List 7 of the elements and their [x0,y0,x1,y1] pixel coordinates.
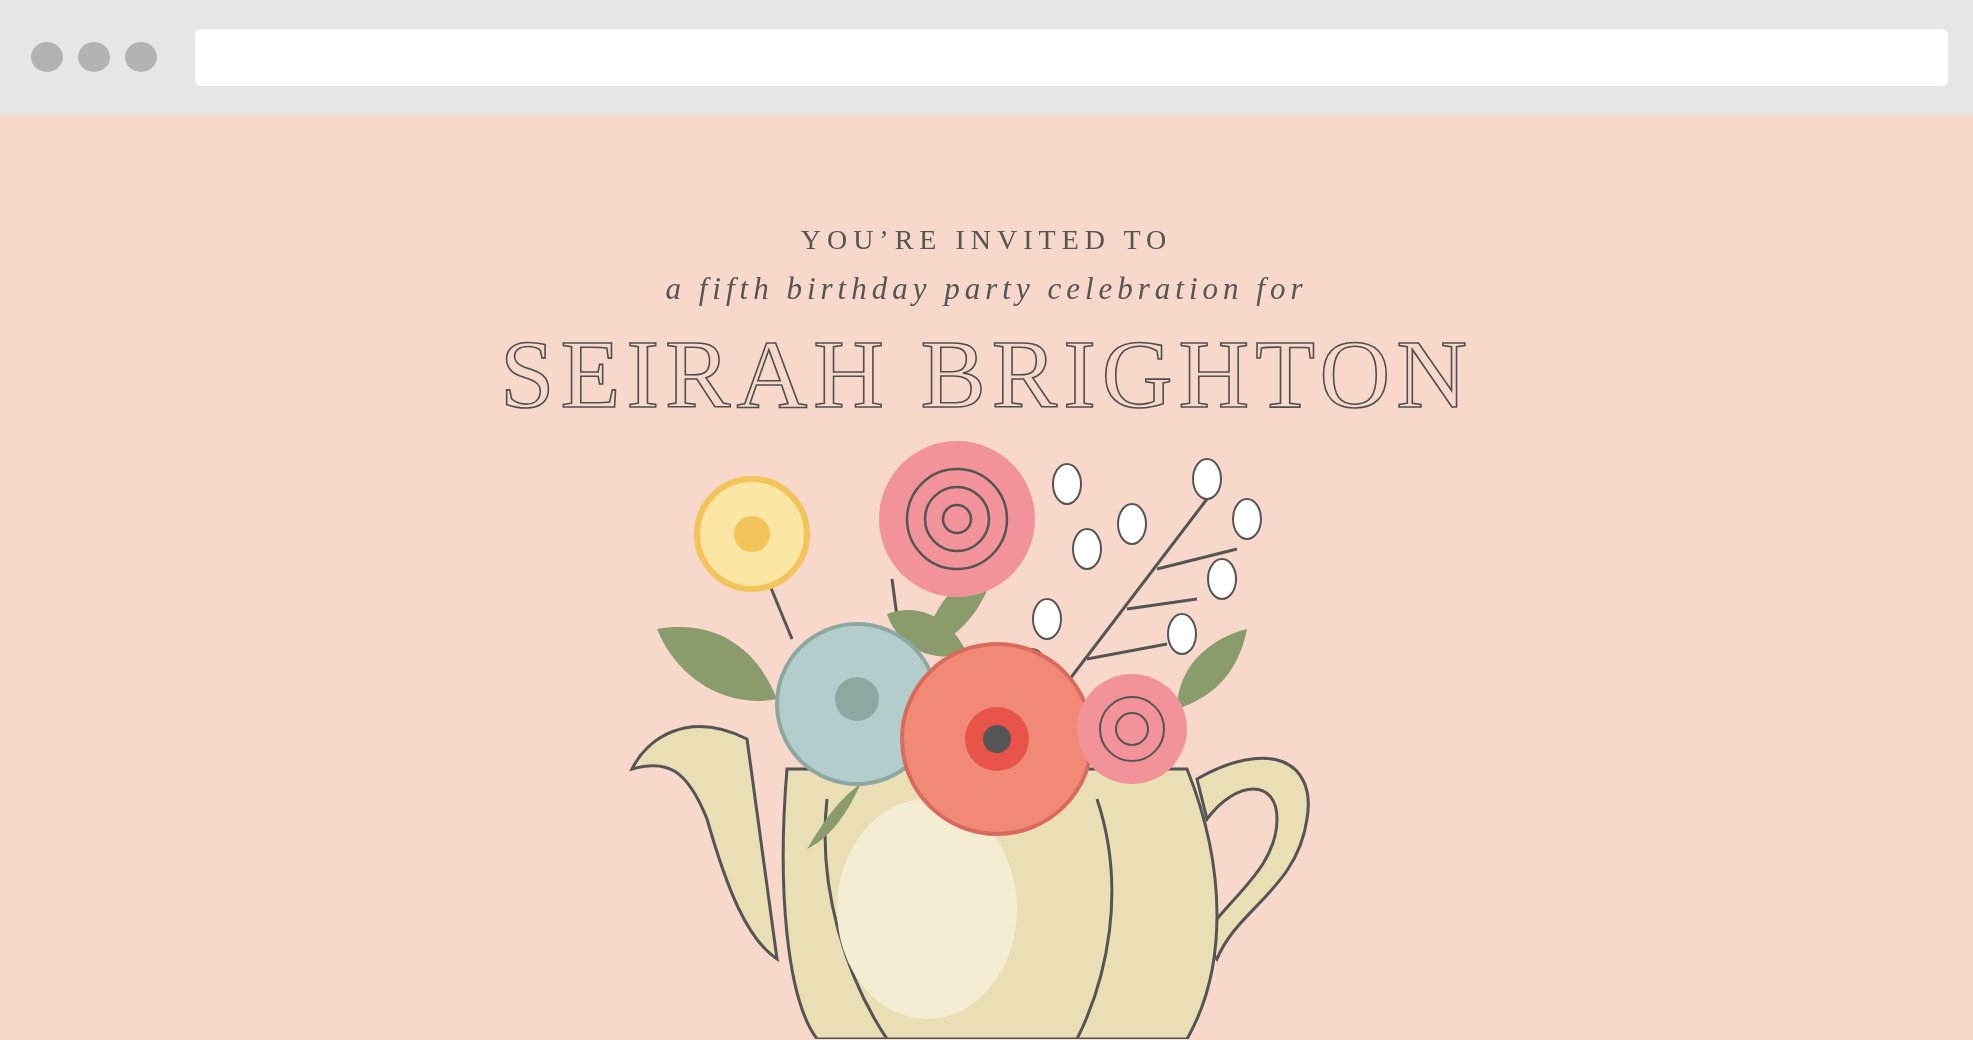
address-bar[interactable] [195,29,1948,86]
invitation-subheading: a fifth birthday party celebration for [665,271,1308,307]
window-control-icon[interactable] [125,41,157,72]
invitation-heading: YOU’RE INVITED TO [800,223,1173,257]
window-control-icon[interactable] [31,41,63,72]
window-control-icon[interactable] [78,41,110,72]
guest-name: SEIRAH BRIGHTON [500,319,1473,429]
